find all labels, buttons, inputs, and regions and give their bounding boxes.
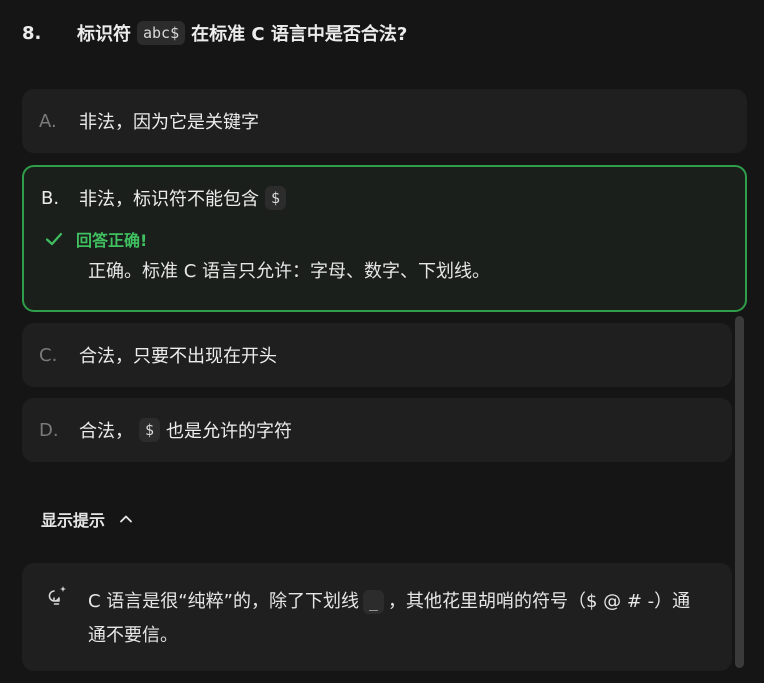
show-hint-toggle[interactable]: 显示提示 xyxy=(41,507,133,531)
question-code: abc$ xyxy=(137,21,186,45)
option-text: 非法，因为它是关键字 xyxy=(79,112,259,133)
option-code: $ xyxy=(265,186,287,210)
option-letter: C. xyxy=(39,344,58,366)
question-number: 8. xyxy=(22,22,42,44)
scrollbar[interactable] xyxy=(735,316,744,668)
hint-text-before: C 语言是很“纯粹”的，除了下划线 xyxy=(88,591,359,612)
correct-feedback: 回答正确! xyxy=(24,227,745,251)
hint-box: C 语言是很“纯粹”的，除了下划线 _ ，其他花里胡哨的符号（$ @ # -）通通不… xyxy=(22,563,732,671)
option-d[interactable]: D. 合法， $ 也是允许的字符 xyxy=(22,398,732,462)
option-text: 非法，标识符不能包含 xyxy=(79,189,259,210)
question-header: 8. 标识符 abc$ 在标准 C 语言中是否合法? xyxy=(22,20,407,46)
correct-label: 回答正确! xyxy=(76,231,148,250)
check-icon xyxy=(45,232,63,246)
option-text-before: 合法， xyxy=(79,421,133,442)
hint-toggle-label: 显示提示 xyxy=(41,511,106,530)
option-text-after: 也是允许的字符 xyxy=(166,421,293,442)
option-b-selected[interactable]: B. 非法，标识符不能包含 $ 回答正确! 正确。标准 C 语言只允许：字母、数… xyxy=(22,165,747,312)
question-text-before: 标识符 xyxy=(77,24,131,45)
option-c[interactable]: C. 合法，只要不出现在开头 xyxy=(22,323,732,387)
quiz-page: 8. 标识符 abc$ 在标准 C 语言中是否合法? A. 非法，因为它是关键字… xyxy=(0,0,764,683)
option-a[interactable]: A. 非法，因为它是关键字 xyxy=(22,89,747,153)
option-letter: D. xyxy=(39,419,59,441)
option-letter: A. xyxy=(39,110,57,132)
lightbulb-icon xyxy=(48,586,66,605)
option-letter: B. xyxy=(41,187,60,209)
option-code: $ xyxy=(139,418,161,442)
feedback-explanation: 正确。标准 C 语言只允许：字母、数字、下划线。 xyxy=(88,261,491,282)
question-text-after: 在标准 C 语言中是否合法? xyxy=(191,24,408,45)
chevron-up-icon xyxy=(120,515,132,523)
option-text: 合法，只要不出现在开头 xyxy=(79,346,277,367)
hint-code: _ xyxy=(362,590,384,614)
